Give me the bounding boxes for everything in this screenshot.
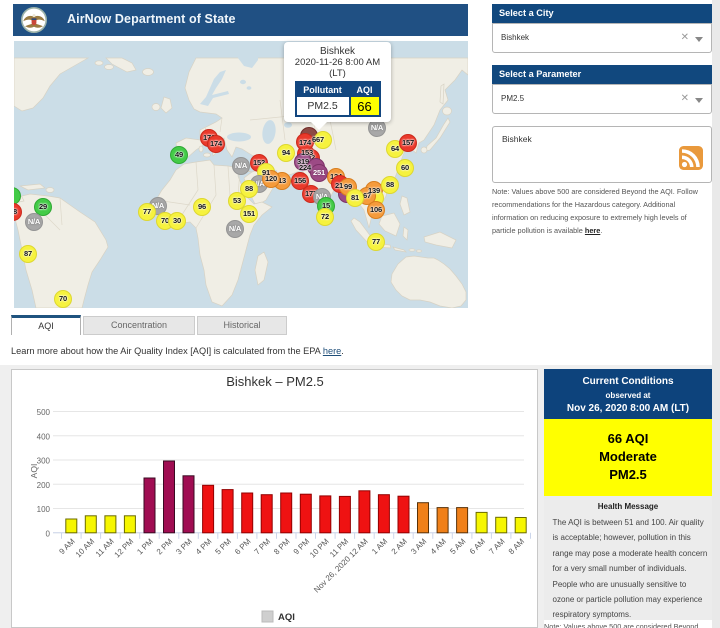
svg-text:4 AM: 4 AM (429, 537, 448, 556)
svg-text:1 AM: 1 AM (370, 537, 389, 556)
svg-text:6 AM: 6 AM (468, 537, 487, 556)
svg-text:200: 200 (37, 481, 51, 490)
svg-text:5 PM: 5 PM (213, 537, 233, 557)
svg-text:3 AM: 3 AM (409, 537, 428, 556)
svg-text:6 PM: 6 PM (233, 537, 253, 557)
svg-text:1 PM: 1 PM (135, 537, 155, 557)
svg-text:5 AM: 5 AM (448, 537, 467, 556)
svg-text:12 PM: 12 PM (113, 537, 136, 560)
svg-text:AQI: AQI (29, 464, 39, 479)
svg-text:11 AM: 11 AM (94, 537, 116, 559)
svg-text:0: 0 (46, 529, 51, 538)
svg-text:4 PM: 4 PM (194, 537, 214, 557)
svg-text:AQI: AQI (278, 612, 295, 623)
svg-text:400: 400 (37, 432, 51, 441)
svg-text:8 AM: 8 AM (507, 537, 526, 556)
svg-text:10 PM: 10 PM (308, 537, 331, 560)
svg-text:3 PM: 3 PM (174, 537, 194, 557)
svg-text:10 AM: 10 AM (74, 537, 97, 560)
svg-text:100: 100 (37, 505, 51, 514)
svg-text:2 PM: 2 PM (155, 537, 175, 557)
svg-text:7 AM: 7 AM (487, 537, 506, 556)
svg-text:Bishkek – PM2.5: Bishkek – PM2.5 (226, 374, 324, 389)
svg-text:500: 500 (37, 408, 51, 417)
svg-text:2 AM: 2 AM (390, 537, 409, 556)
svg-text:8 PM: 8 PM (272, 537, 292, 557)
svg-text:7 PM: 7 PM (253, 537, 273, 557)
